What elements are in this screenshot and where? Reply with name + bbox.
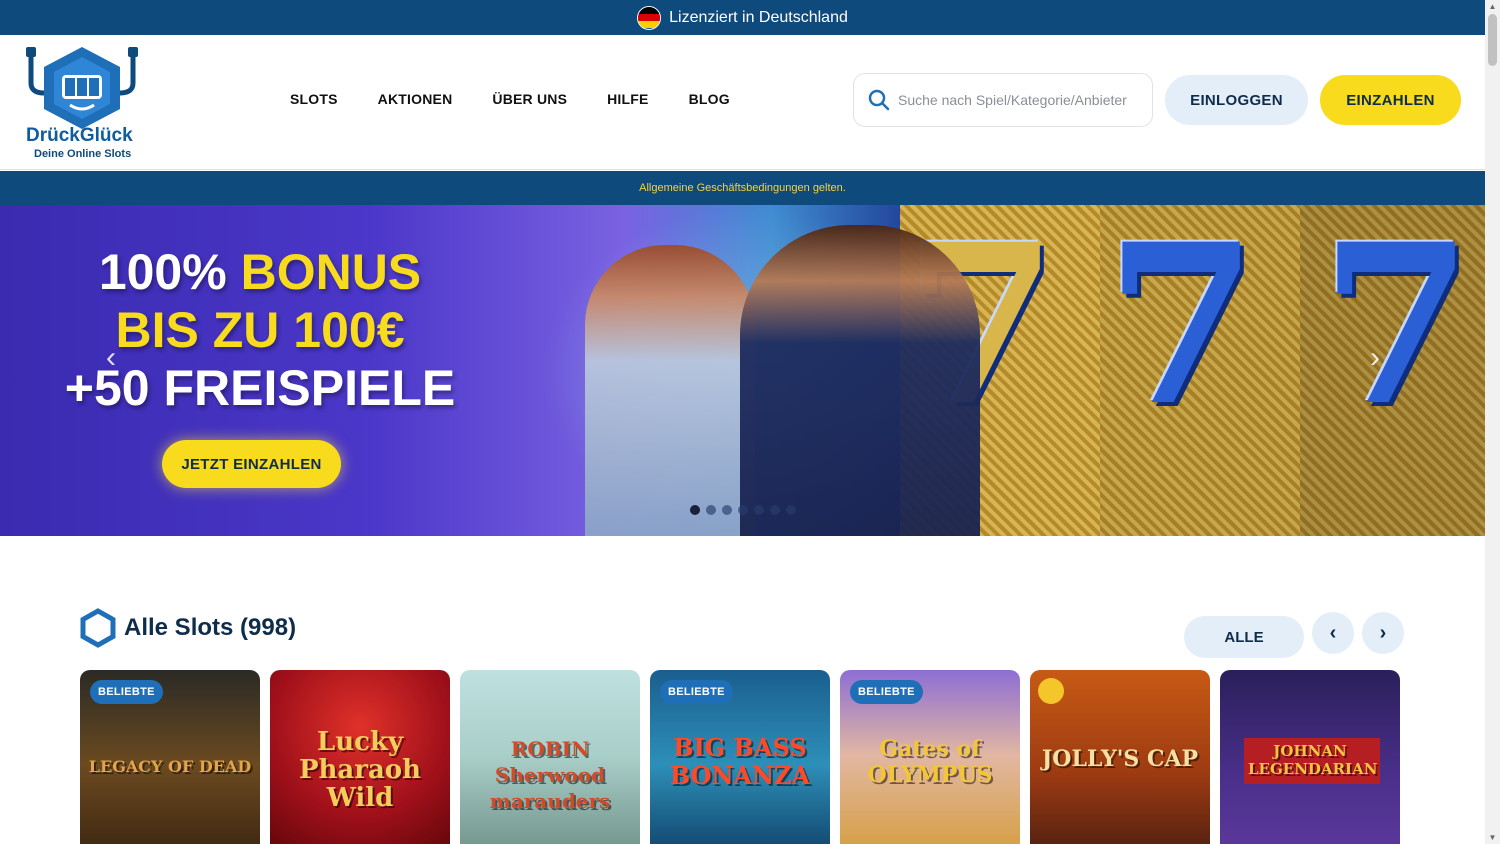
hero-pagination-dot[interactable] [786,505,796,515]
scroll-thumb[interactable] [1488,14,1497,66]
nav-item-slots[interactable]: SLOTS [270,91,358,107]
hero-pagination [690,505,796,515]
terms-notice: Allgemeine Geschäftsbedingungen gelten. [0,171,1485,205]
license-bar: Lizenziert in Deutschland [0,0,1485,35]
slots-section-header: Alle Slots (998) [80,608,296,648]
slots-title: Alle Slots (998) [124,614,297,641]
hero-headline: 100% BONUS BIS ZU 100€ +50 FREISPIELE [40,243,480,417]
nav-item-aktionen[interactable]: AKTIONEN [358,91,473,107]
game-title: LEGACY OF DEAD [88,757,252,776]
filter-all-button[interactable]: ALLE [1184,616,1304,658]
game-title: JOLLY'S CAP [1041,746,1199,772]
page: Lizenziert in Deutschland DrückGlück Dei… [0,0,1500,844]
logo-tagline: Deine Online Slots [34,148,132,160]
hero-line1-a: 100% [98,244,241,300]
game-tile-johnan-legendarian[interactable]: JOHNAN LEGENDARIAN [1220,670,1400,844]
seven-symbol-2: 7 [1105,205,1259,454]
header: DrückGlück Deine Online Slots SLOTS AKTI… [0,35,1485,170]
search-icon [868,89,890,111]
login-button[interactable]: EINLOGGEN [1165,75,1308,125]
game-tile-lucky-pharaoh-wild[interactable]: Lucky Pharaoh Wild [270,670,450,844]
hero-line1-b: BONUS [240,244,422,300]
sun-icon [1038,678,1064,704]
hero-next-arrow-icon[interactable]: › [1360,343,1390,373]
hero-pagination-dot[interactable] [722,505,732,515]
game-tile-robin[interactable]: ROBIN Sherwood marauders [460,670,640,844]
game-title: Lucky Pharaoh Wild [298,727,422,813]
hero-pagination-dot[interactable] [770,505,780,515]
license-text: Lizenziert in Deutschland [669,8,848,26]
popular-badge: BELIEBTE [660,680,733,704]
game-tile-big-bass-bonanza[interactable]: BELIEBTE BIG BASS BONANZA [650,670,830,844]
hero-person-man [740,225,980,536]
game-tile-legacy-of-dead[interactable]: BELIEBTE LEGACY OF DEAD [80,670,260,844]
game-tile-jollys-cap[interactable]: JOLLY'S CAP [1030,670,1210,844]
popular-badge: BELIEBTE [90,680,163,704]
slots-next-icon[interactable]: › [1362,612,1404,654]
hero-pagination-dot[interactable] [690,505,700,515]
scroll-up-icon[interactable]: ▲ [1488,2,1497,11]
slots-grid: BELIEBTE LEGACY OF DEAD Lucky Pharaoh Wi… [80,670,1400,844]
hero-pagination-dot[interactable] [754,505,764,515]
seven-symbol-3: 7 [1320,205,1474,454]
page-scrollbar[interactable]: ▲ ▼ [1485,0,1500,844]
hero-person-woman [585,245,755,536]
game-title: Gates of OLYMPUS [867,736,993,788]
hero-prev-arrow-icon[interactable]: ‹ [96,343,126,373]
main-nav: SLOTS AKTIONEN ÜBER UNS HILFE BLOG [270,91,750,107]
slots-prev-icon[interactable]: ‹ [1312,612,1354,654]
hero-pagination-dot[interactable] [738,505,748,515]
terms-text[interactable]: Allgemeine Geschäftsbedingungen gelten. [639,182,846,194]
hero-pagination-dot[interactable] [706,505,716,515]
nav-item-blog[interactable]: BLOG [669,91,750,107]
nav-item-hilfe[interactable]: HILFE [587,91,668,107]
game-title: BIG BASS BONANZA [669,733,811,790]
game-title: JOHNAN LEGENDARIAN [1248,742,1378,778]
deposit-button[interactable]: EINZAHLEN [1320,75,1461,125]
search-input[interactable] [898,92,1128,108]
hero-deposit-button[interactable]: JETZT EINZAHLEN [162,440,341,488]
scroll-down-icon[interactable]: ▼ [1488,833,1497,842]
game-title: ROBIN Sherwood marauders [489,737,611,813]
hexagon-icon [80,608,116,648]
game-tile-gates-of-olympus[interactable]: BELIEBTE Gates of OLYMPUS [840,670,1020,844]
germany-flag-icon [637,5,662,30]
popular-badge: BELIEBTE [850,680,923,704]
logo-name: DrückGlück [26,125,133,146]
search-box[interactable] [853,73,1153,127]
hero-banner[interactable]: 7 7 7 100% BONUS BIS ZU 100€ +50 FREISPI… [0,205,1485,536]
nav-item-ueber-uns[interactable]: ÜBER UNS [472,91,587,107]
